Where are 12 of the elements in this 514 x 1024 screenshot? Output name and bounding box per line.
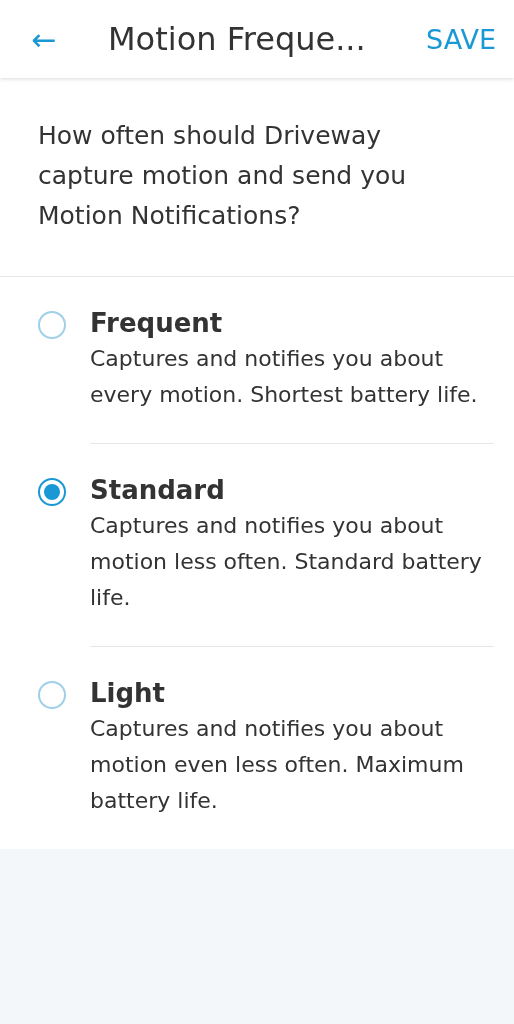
- option-description: Captures and notifies you about motion even less often. Maximum battery life.: [90, 715, 465, 815]
- option-description: Captures and notifies you about every motion. Shortest battery life.: [90, 345, 479, 409]
- option-title: Standard: [90, 474, 226, 507]
- option-title: Frequent: [90, 307, 224, 340]
- screen-title: Motion Freque...: [108, 20, 367, 58]
- radio-button[interactable]: [38, 681, 66, 709]
- option-title: Light: [90, 677, 167, 710]
- save-button[interactable]: SAVE: [426, 23, 496, 55]
- radio-button[interactable]: [38, 311, 66, 339]
- option-description: Captures and notifies you about motion less often. Standard battery life.: [90, 512, 483, 612]
- back-button[interactable]: ←: [26, 21, 62, 57]
- radio-button[interactable]: [38, 478, 66, 506]
